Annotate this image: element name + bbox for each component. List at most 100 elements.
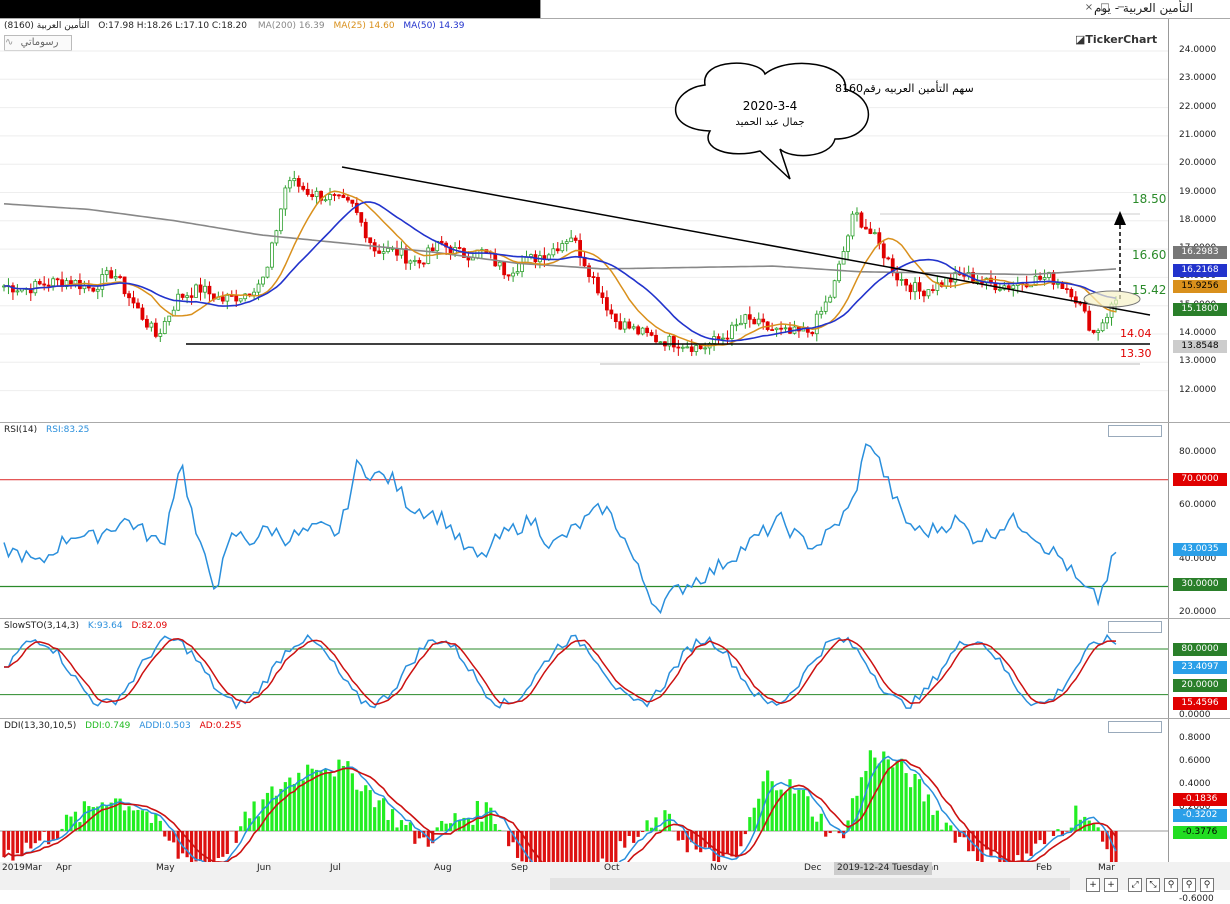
candle-body (1039, 276, 1042, 279)
time-axis-label: Feb (1036, 863, 1052, 873)
candle-body (132, 298, 135, 303)
candle-body (168, 316, 171, 321)
candle-body (270, 243, 273, 267)
ddi-bar (319, 771, 322, 831)
ddi-bar (16, 831, 19, 853)
ddi-bar (1097, 827, 1100, 831)
candle-body (1065, 289, 1068, 290)
ddi-bar (60, 829, 63, 831)
candle-body (704, 348, 707, 349)
candle-body (190, 296, 193, 298)
ddi-bar (123, 810, 126, 831)
ddi-bar (637, 831, 640, 837)
price-axis: 24.000023.000022.000021.000020.000019.00… (1168, 19, 1230, 423)
ddi-bar (905, 773, 908, 831)
ddi-tick: 0.6000 (1179, 756, 1211, 766)
candle-body (337, 195, 340, 196)
ddi-bar (480, 822, 483, 831)
ddi-bar (619, 831, 622, 841)
candle-body (690, 347, 693, 352)
ddi-bar (949, 825, 952, 831)
candle-body (306, 189, 309, 194)
candle-body (1061, 283, 1064, 288)
level-label: 14.04 (1120, 327, 1152, 340)
ddi-bar (391, 809, 394, 831)
candle-body (92, 288, 95, 291)
level-label: 18.50 (1132, 192, 1166, 206)
price-chart[interactable]: سهم التأمين العربيه رقم81602020-3-4جمال … (0, 19, 1168, 423)
candle-body (235, 296, 238, 301)
candle-body (159, 334, 162, 337)
candle-body (869, 229, 872, 234)
close-icon[interactable]: × (1083, 2, 1095, 14)
candle-body (918, 283, 921, 292)
candle-body (614, 314, 617, 322)
candle-body (333, 194, 336, 195)
candle-body (681, 347, 684, 348)
candle-body (324, 200, 327, 201)
candle-body (717, 337, 720, 339)
candle-body (726, 338, 729, 339)
candle-body (811, 332, 814, 333)
candle-body (529, 255, 532, 257)
candle-body (815, 314, 818, 334)
candle-body (748, 315, 751, 320)
ddi-bar (587, 831, 590, 863)
ddi-bar (757, 799, 760, 831)
ddi-bar (1038, 831, 1041, 840)
ddi-bar (364, 785, 367, 831)
candle-body (596, 277, 599, 293)
candle-body (1101, 323, 1104, 331)
candle-body (931, 290, 934, 291)
candle-body (887, 258, 890, 259)
rsi-tag: 30.0000 (1173, 578, 1227, 591)
maximize-icon[interactable]: □ (1099, 2, 1111, 14)
ddi-bar (797, 790, 800, 831)
ddi-bar (217, 831, 220, 858)
candle-body (637, 327, 640, 334)
candle-body (896, 273, 899, 280)
ddi-bar (565, 831, 568, 863)
ddi-bar (802, 790, 805, 831)
ddi-bar (7, 831, 10, 850)
ddi-bar (168, 831, 171, 841)
minimize-icon[interactable]: − (1115, 2, 1127, 14)
ddi-bar (351, 773, 354, 831)
ddi-bar (824, 831, 827, 837)
candle-body (722, 338, 725, 339)
rsi-tag: 43.0035 (1173, 543, 1227, 556)
time-axis-label: Nov (710, 863, 728, 873)
ddi-bar (360, 791, 363, 831)
candle-body (422, 263, 425, 264)
horizontal-scrollbar[interactable] (550, 878, 1070, 890)
ddi-bar (891, 767, 894, 831)
candle-body (659, 342, 662, 343)
ddi-bar (279, 789, 282, 831)
ddi-bar (212, 831, 215, 863)
candle-body (855, 213, 858, 214)
ddi-tick: 0.8000 (1179, 733, 1211, 743)
ddi-bar (534, 831, 537, 863)
ddi-bar (346, 761, 349, 831)
candle-body (833, 281, 836, 298)
candle-body (623, 322, 626, 329)
ddi-bar (574, 831, 577, 863)
rsi-chart[interactable] (0, 423, 1168, 619)
ddi-bar (739, 831, 742, 846)
sto-chart[interactable] (0, 619, 1168, 719)
ddi-bar (525, 831, 528, 863)
ddi-bar (400, 820, 403, 831)
ddi-bar (226, 831, 229, 854)
ddi-bar (610, 831, 613, 863)
ddi-chart[interactable] (0, 719, 1168, 863)
ddi-bar (927, 794, 930, 831)
time-axis-label: Oct (604, 863, 620, 873)
price-tick: 23.0000 (1179, 73, 1216, 83)
rsi-tick: 20.0000 (1179, 607, 1216, 617)
cursor-date-label: 2019-12-24 Tuesday (834, 862, 932, 875)
candle-body (847, 236, 850, 251)
time-axis: 2019MarAprMayJunJulAugSepOctNovDecJanFeb… (0, 862, 1168, 876)
ddi-bar (793, 794, 796, 831)
ddi-bar (1016, 831, 1019, 855)
candle-body (154, 323, 157, 336)
